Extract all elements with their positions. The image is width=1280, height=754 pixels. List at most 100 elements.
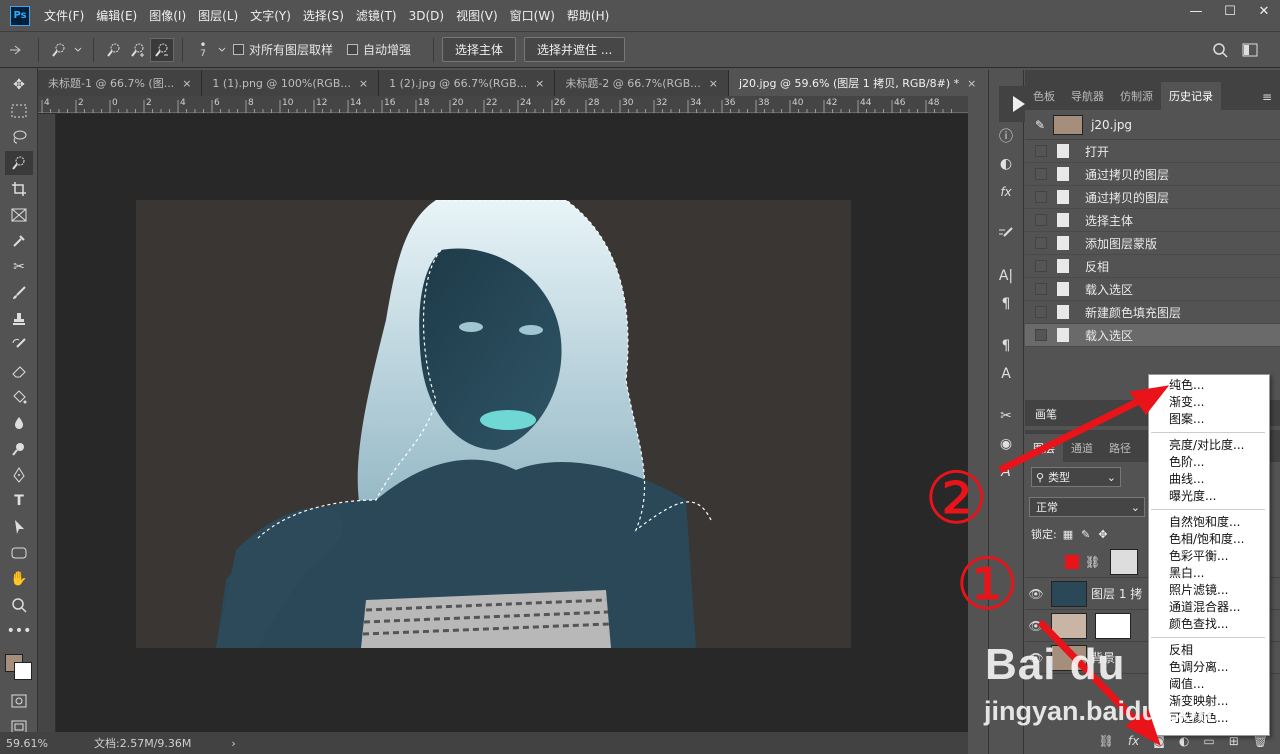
close-icon[interactable]: × <box>182 77 191 90</box>
close-icon[interactable]: × <box>359 77 368 90</box>
select-subject-button[interactable]: 选择主体 <box>442 37 517 62</box>
close-icon[interactable]: × <box>535 77 544 90</box>
adjustment-layer-icon[interactable]: ◐ <box>1179 734 1189 748</box>
select-and-mask-button[interactable]: 选择并遮住 ... <box>524 37 626 62</box>
paragraph-styles-icon[interactable]: ¶ <box>992 334 1020 358</box>
history-step[interactable]: 反相 <box>1025 255 1280 278</box>
menu-item-levels[interactable]: 色阶... <box>1149 454 1269 471</box>
menu-filter[interactable]: 滤镜(T) <box>350 7 403 24</box>
menu-item-color-lookup[interactable]: 颜色查找... <box>1149 616 1269 633</box>
doc-tab[interactable]: 未标题-1 @ 66.7% (图... × <box>38 70 203 96</box>
sample-all-layers-checkbox[interactable]: 对所有图层取样 <box>233 41 333 58</box>
eyedropper-tool-icon[interactable] <box>5 229 33 253</box>
quick-selection-tool-icon[interactable] <box>5 151 33 175</box>
history-brush-tool-icon[interactable] <box>5 333 33 357</box>
lock-image-icon[interactable]: ✎ <box>1081 528 1090 541</box>
fx-icon[interactable]: fx <box>1128 734 1139 748</box>
quick-mask-icon[interactable] <box>5 689 33 713</box>
doc-tab[interactable]: 1 (1).png @ 100%(RGB... × <box>202 70 380 96</box>
layer-thumbnail[interactable] <box>1051 580 1087 607</box>
subtract-from-selection-icon[interactable] <box>150 37 174 62</box>
character-icon[interactable]: A| <box>992 264 1020 288</box>
delete-layer-icon[interactable]: 🗑 <box>1253 734 1268 748</box>
tab-history[interactable]: 历史记录 <box>1161 82 1221 110</box>
lock-transparent-icon[interactable]: ▦ <box>1063 528 1073 541</box>
type-tool-icon[interactable]: T <box>5 489 33 513</box>
tab-channels[interactable]: 通道 <box>1063 434 1101 462</box>
history-step[interactable]: 添加图层蒙版 <box>1025 232 1280 255</box>
brush-size-picker[interactable]: • 7 <box>191 38 215 62</box>
search-icon[interactable] <box>1208 38 1232 62</box>
menu-item-invert[interactable]: 反相 <box>1149 642 1269 659</box>
close-icon[interactable]: × <box>709 77 718 90</box>
history-step[interactable]: 通过拷贝的图层 <box>1025 186 1280 209</box>
brush-tool-icon[interactable] <box>5 281 33 305</box>
menu-item-photo-filter[interactable]: 照片滤镜... <box>1149 582 1269 599</box>
document-image[interactable] <box>136 200 851 648</box>
zoom-level[interactable]: 59.61% <box>6 737 86 750</box>
checkbox-box[interactable] <box>233 44 244 55</box>
menu-edit[interactable]: 编辑(E) <box>90 7 143 24</box>
menu-item-brightness-contrast[interactable]: 亮度/对比度... <box>1149 437 1269 454</box>
tab-paths[interactable]: 路径 <box>1101 434 1139 462</box>
menu-item-black-white[interactable]: 黑白... <box>1149 565 1269 582</box>
menu-layer[interactable]: 图层(L) <box>192 7 244 24</box>
history-step-selected[interactable]: 载入选区 <box>1025 324 1280 347</box>
menu-view[interactable]: 视图(V) <box>450 7 504 24</box>
path-selection-tool-icon[interactable] <box>5 515 33 539</box>
link-icon[interactable]: ⛓ <box>1085 555 1100 569</box>
menu-help[interactable]: 帮助(H) <box>561 7 615 24</box>
close-icon[interactable]: × <box>967 77 976 90</box>
tab-swatches[interactable]: 色板 <box>1025 82 1063 110</box>
paragraph-icon[interactable]: ¶ <box>992 292 1020 316</box>
history-step[interactable]: 载入选区 <box>1025 278 1280 301</box>
link-layers-icon[interactable]: ⛓ <box>1099 734 1114 748</box>
styles-icon[interactable]: fx <box>992 180 1020 204</box>
menu-item-gradient[interactable]: 渐变... <box>1149 394 1269 411</box>
brush-settings-icon[interactable] <box>992 222 1020 246</box>
rectangle-tool-icon[interactable] <box>5 541 33 565</box>
layer-thumbnail[interactable] <box>1051 612 1087 639</box>
add-mask-icon[interactable]: ◙ <box>1153 734 1165 748</box>
history-brush-source-icon[interactable]: ✎ <box>1035 118 1045 132</box>
doc-tab[interactable]: 未标题-2 @ 66.7%(RGB... × <box>555 70 729 96</box>
menu-image[interactable]: 图像(I) <box>143 7 192 24</box>
swatches-icon[interactable]: ◉ <box>992 432 1020 456</box>
menu-window[interactable]: 窗口(W) <box>504 7 561 24</box>
tab-clone-source[interactable]: 仿制源 <box>1112 82 1161 110</box>
background-color-swatch[interactable] <box>14 662 32 680</box>
new-selection-icon[interactable] <box>102 38 126 62</box>
menu-select[interactable]: 选择(S) <box>297 7 350 24</box>
menu-item-pattern[interactable]: 图案... <box>1149 411 1269 428</box>
tool-presets-icon[interactable]: ✂ <box>992 404 1020 428</box>
menu-item-color-balance[interactable]: 色彩平衡... <box>1149 548 1269 565</box>
history-step[interactable]: 选择主体 <box>1025 209 1280 232</box>
eraser-tool-icon[interactable] <box>5 359 33 383</box>
history-step[interactable]: 通过拷贝的图层 <box>1025 163 1280 186</box>
canvas-area[interactable] <box>56 114 968 732</box>
fill-color-thumbnail[interactable] <box>1065 554 1079 569</box>
healing-brush-tool-icon[interactable]: ✂ <box>5 255 33 279</box>
panel-collapse-icon[interactable] <box>0 38 30 62</box>
menu-file[interactable]: 文件(F) <box>38 7 90 24</box>
lasso-tool-icon[interactable] <box>5 125 33 149</box>
layer-mask-thumbnail[interactable] <box>1095 612 1131 639</box>
history-step[interactable]: 新建颜色填充图层 <box>1025 301 1280 324</box>
doc-tab-active[interactable]: j20.jpg @ 59.6% (图层 1 拷贝, RGB/8#) * × <box>728 70 978 96</box>
dodge-tool-icon[interactable] <box>5 437 33 461</box>
panel-menu-icon[interactable]: ≡ <box>1254 84 1280 110</box>
move-tool-icon[interactable]: ✥ <box>5 73 33 97</box>
menu-item-threshold[interactable]: 阈值... <box>1149 676 1269 693</box>
chevron-down-icon[interactable] <box>215 38 229 62</box>
layer-mask-thumbnail[interactable] <box>1110 548 1139 575</box>
hand-tool-icon[interactable]: ✋ <box>5 567 33 591</box>
close-button[interactable]: ✕ <box>1248 0 1280 22</box>
more-tools-icon[interactable]: ••• <box>5 619 33 643</box>
pen-tool-icon[interactable] <box>5 463 33 487</box>
menu-item-vibrance[interactable]: 自然饱和度... <box>1149 514 1269 531</box>
menu-item-channel-mixer[interactable]: 通道混合器... <box>1149 599 1269 616</box>
layer-name[interactable]: 图层 1 拷 <box>1091 585 1142 602</box>
menu-item-hue-saturation[interactable]: 色相/饱和度... <box>1149 531 1269 548</box>
quick-select-tool-icon[interactable] <box>47 38 71 62</box>
chevron-down-icon[interactable] <box>71 38 85 62</box>
